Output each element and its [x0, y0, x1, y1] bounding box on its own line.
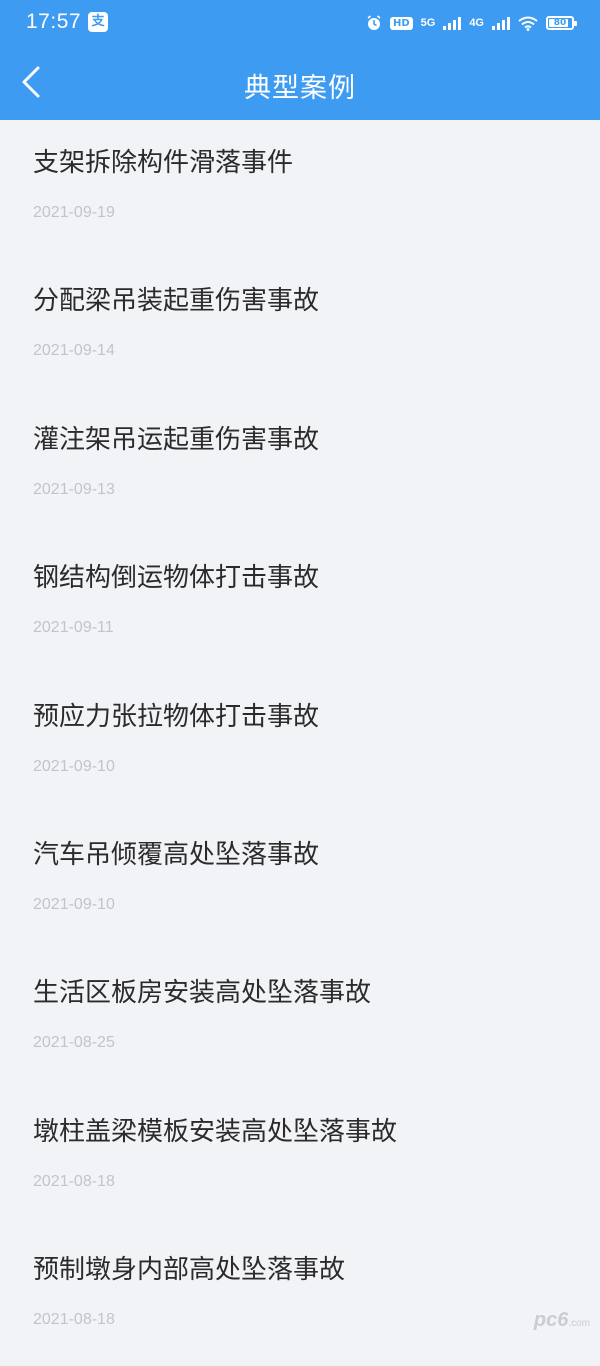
case-title: 生活区板房安装高处坠落事故 — [33, 978, 372, 1009]
wifi-icon — [518, 16, 538, 31]
case-date: 2021-09-10 — [33, 757, 115, 775]
case-title: 分配梁吊装起重伤害事故 — [33, 286, 320, 317]
status-time: 17:57 — [26, 10, 82, 33]
network-4g-label: 4G — [469, 17, 484, 29]
case-item[interactable]: 预应力张拉物体打击事故 2021-09-10 — [0, 674, 600, 812]
case-item[interactable]: 灌注架吊运起重伤害事故 2021-09-13 — [0, 397, 600, 535]
case-item[interactable]: 汽车吊倾覆高处坠落事故 2021-09-10 — [0, 812, 600, 950]
case-list: 支架拆除构件滑落事件 2021-09-19 分配梁吊装起重伤害事故 2021-0… — [0, 120, 600, 1366]
case-date: 2021-08-18 — [33, 1172, 115, 1190]
case-title: 支架拆除构件滑落事件 — [33, 148, 294, 178]
signal-5g-icon — [443, 16, 462, 30]
case-date: 2021-09-19 — [33, 204, 115, 221]
hd-voice-badge: HD — [389, 16, 413, 30]
case-date: 2021-08-18 — [33, 1311, 115, 1329]
case-item[interactable]: 墩柱盖梁模板安装高处坠落事故 2021-08-18 — [0, 1089, 600, 1227]
signal-4g-icon — [492, 16, 510, 30]
nav-bar: 典型案例 — [0, 46, 600, 120]
case-title: 汽车吊倾覆高处坠落事故 — [33, 839, 320, 870]
alarm-icon — [367, 15, 381, 30]
case-item[interactable]: 钢结构倒运物体打击事故 2021-09-11 — [0, 535, 600, 673]
case-date: 2021-09-11 — [33, 619, 114, 637]
case-title: 预制墩身内部高处坠落事故 — [33, 1255, 346, 1286]
case-item[interactable]: 支架拆除构件滑落事件 2021-09-19 — [0, 120, 600, 258]
app-header: 17:57 支 HD 5G 4G 80 典型案例 — [0, 0, 600, 120]
site-watermark: pc6.com — [534, 1309, 590, 1332]
alipay-icon: 支 — [88, 12, 108, 32]
network-5g-label: 5G — [420, 17, 436, 29]
case-date: 2021-09-14 — [33, 342, 115, 360]
case-date: 2021-09-13 — [33, 480, 115, 498]
case-date: 2021-09-10 — [33, 895, 115, 913]
case-title: 墩柱盖梁模板安装高处坠落事故 — [33, 1116, 398, 1147]
battery-icon: 80 — [546, 16, 577, 30]
case-item[interactable]: 分配梁吊装起重伤害事故 2021-09-14 — [0, 258, 600, 396]
watermark-text: pc6 — [533, 1309, 569, 1331]
battery-level: 80 — [553, 18, 567, 28]
status-bar: 17:57 支 HD 5G 4G 80 — [0, 0, 600, 46]
case-item[interactable]: 生活区板房安装高处坠落事故 2021-08-25 — [0, 950, 600, 1088]
watermark-suffix: .com — [568, 1318, 590, 1329]
status-indicators: HD 5G 4G 80 — [366, 12, 577, 34]
case-title: 预应力张拉物体打击事故 — [33, 701, 320, 732]
case-date: 2021-08-25 — [33, 1034, 115, 1052]
case-item[interactable]: 预制墩身内部高处坠落事故 2021-08-18 — [0, 1227, 600, 1365]
case-title: 钢结构倒运物体打击事故 — [33, 563, 320, 594]
case-title: 灌注架吊运起重伤害事故 — [33, 424, 320, 455]
page-title: 典型案例 — [244, 73, 356, 104]
